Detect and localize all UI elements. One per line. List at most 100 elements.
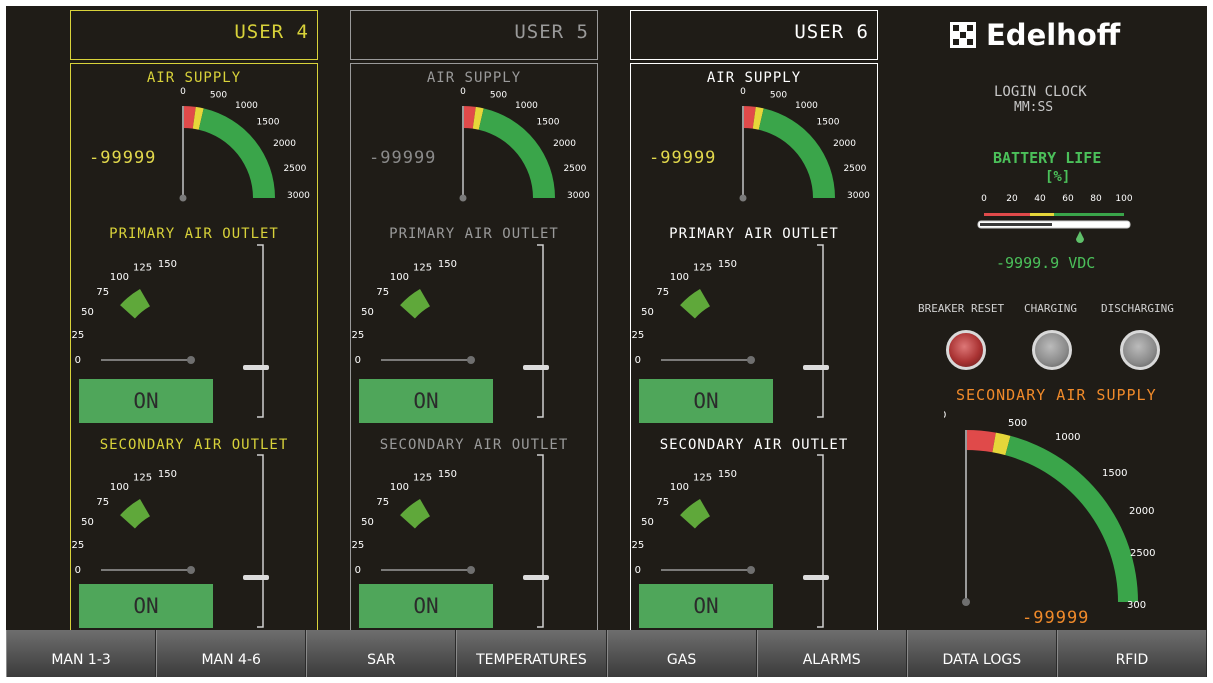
secondary-outlet-tick-1: 25 [72,540,85,551]
primary-outlet-on-button[interactable]: ON [79,379,213,423]
discharging-lamp[interactable] [1120,330,1160,370]
air-gauge-tick-3: 1500 [257,117,280,127]
secondary-outlet-pivot [187,566,195,574]
checker-logo-icon [950,22,976,48]
air-gauge-tick-1: 500 [210,91,227,101]
user-frame: AIR SUPPLY -99999 0 500 1000 1500 2000 2500 30… [70,63,318,631]
air-gauge-tick-5: 2500 [283,164,306,174]
primary-outlet-tick-6: 150 [718,259,737,270]
nav-sar[interactable]: SAR [306,630,457,677]
primary-outlet-on-button[interactable]: ON [639,379,773,423]
secondary-supply-value: -99999 [1022,608,1090,628]
air-gauge-tick-0: 0 [740,87,746,97]
sec-tick-4: 2000 [1129,506,1154,517]
secondary-outlet-on-button[interactable]: ON [79,584,213,628]
primary-outlet-pivot [747,356,755,364]
sec-pivot [962,598,970,606]
user-label: USER 4 [234,21,309,43]
primary-outlet-tick-1: 25 [632,330,645,341]
primary-outlet-tick-6: 150 [438,259,457,270]
nav-man-1-3[interactable]: MAN 1-3 [6,630,157,677]
air-gauge-tick-5: 2500 [563,164,586,174]
secondary-outlet-tick-5: 125 [693,472,712,483]
nav-data-logs[interactable]: DATA LOGS [906,630,1057,677]
primary-outlet-tick-3: 75 [656,287,669,298]
secondary-outlet-tick-5: 125 [413,472,432,483]
secondary-outlet-title: SECONDARY AIR OUTLET [659,437,849,453]
sec-tick-5: 2500 [1130,548,1155,559]
primary-outlet-title: PRIMARY AIR OUTLET [389,226,559,242]
air-gauge-tick-1: 500 [770,91,787,101]
primary-outlet-scale-bracket [537,244,544,418]
nav-gas[interactable]: GAS [606,630,757,677]
secondary-outlet-slider-handle[interactable] [243,575,269,580]
battery-voltage: -9999.9 VDC [996,254,1096,272]
secondary-outlet-on-button[interactable]: ON [639,584,773,628]
nav-man-4-6[interactable]: MAN 4-6 [156,630,307,677]
user-header[interactable]: USER 6 [630,10,878,60]
nav-temperatures[interactable]: TEMPERATURES [456,630,607,677]
battery-tick-1: 20 [1006,194,1018,204]
user-header[interactable]: USER 5 [350,10,598,60]
secondary-outlet-on-button[interactable]: ON [359,584,493,628]
primary-outlet-tick-4: 100 [670,272,689,283]
air-gauge-tick-2: 1000 [235,101,258,111]
air-gauge-tick-0: 0 [460,87,466,97]
primary-outlet-tick-0: 0 [75,355,81,366]
user-label: USER 6 [794,21,869,43]
secondary-outlet-indicator [400,498,430,529]
sec-band-green [1005,435,1138,602]
secondary-outlet-slider-handle[interactable] [523,575,549,580]
secondary-outlet-tick-6: 150 [158,469,177,480]
air-gauge-tick-4: 2000 [273,139,296,149]
air-gauge-pivot [179,194,187,202]
primary-outlet-tick-3: 75 [96,287,109,298]
primary-outlet-tick-4: 100 [390,272,409,283]
secondary-supply-gauge: 0 500 1000 1500 2000 2500 300 [944,410,1155,611]
user-panel-6: USER 6 AIR SUPPLY -99999 0 500 1000 1500 200… [630,6,880,631]
charging-lamp[interactable] [1032,330,1072,370]
air-gauge-tick-3: 1500 [537,117,560,127]
secondary-outlet-title: SECONDARY AIR OUTLET [379,437,569,453]
air-gauge-tick-2: 1000 [515,101,538,111]
secondary-outlet-tick-1: 25 [352,540,365,551]
battery-band-high [1054,213,1124,216]
primary-outlet-slider-handle[interactable] [523,365,549,370]
secondary-outlet-tick-3: 75 [656,497,669,508]
secondary-outlet-tick-4: 100 [110,482,129,493]
secondary-outlet-scale-bracket [257,454,264,628]
secondary-outlet-tick-0: 0 [635,565,641,576]
secondary-outlet-slider-handle[interactable] [803,575,829,580]
secondary-outlet-tick-1: 25 [632,540,645,551]
secondary-outlet-tick-6: 150 [438,469,457,480]
nav-alarms[interactable]: ALARMS [756,630,907,677]
sec-band-red [966,430,996,453]
air-gauge-pivot [739,194,747,202]
primary-outlet-tick-1: 25 [72,330,85,341]
primary-outlet-tick-5: 125 [693,262,712,273]
sec-tick-1: 500 [1008,418,1027,429]
air-gauge-tick-3: 1500 [817,117,840,127]
battery-bar-fill [980,223,1052,226]
primary-outlet-on-button[interactable]: ON [359,379,493,423]
primary-outlet-title: PRIMARY AIR OUTLET [669,226,839,242]
user-header[interactable]: USER 4 [70,10,318,60]
air-gauge-tick-6: 3000 [847,191,870,201]
hmi-screen: USER 4 AIR SUPPLY -99999 0 500 1000 1500 200… [6,6,1207,677]
air-gauge-tick-1: 500 [490,91,507,101]
primary-outlet-tick-0: 0 [355,355,361,366]
sec-tick-2: 1000 [1055,432,1080,443]
secondary-supply-title: SECONDARY AIR SUPPLY [956,386,1157,404]
breaker-reset-lamp[interactable] [946,330,986,370]
secondary-outlet-pivot [747,566,755,574]
secondary-outlet-tick-2: 50 [641,517,654,528]
air-supply-title: AIR SUPPLY [426,70,522,86]
nav-rfid[interactable]: RFID [1056,630,1207,677]
air-gauge-tick-5: 2500 [843,164,866,174]
battery-tick-2: 40 [1034,194,1046,204]
air-supply-value: -99999 [369,148,437,168]
primary-outlet-slider-handle[interactable] [243,365,269,370]
secondary-outlet-scale-bracket [817,454,824,628]
primary-outlet-slider-handle[interactable] [803,365,829,370]
battery-unit: [%] [1045,169,1071,185]
